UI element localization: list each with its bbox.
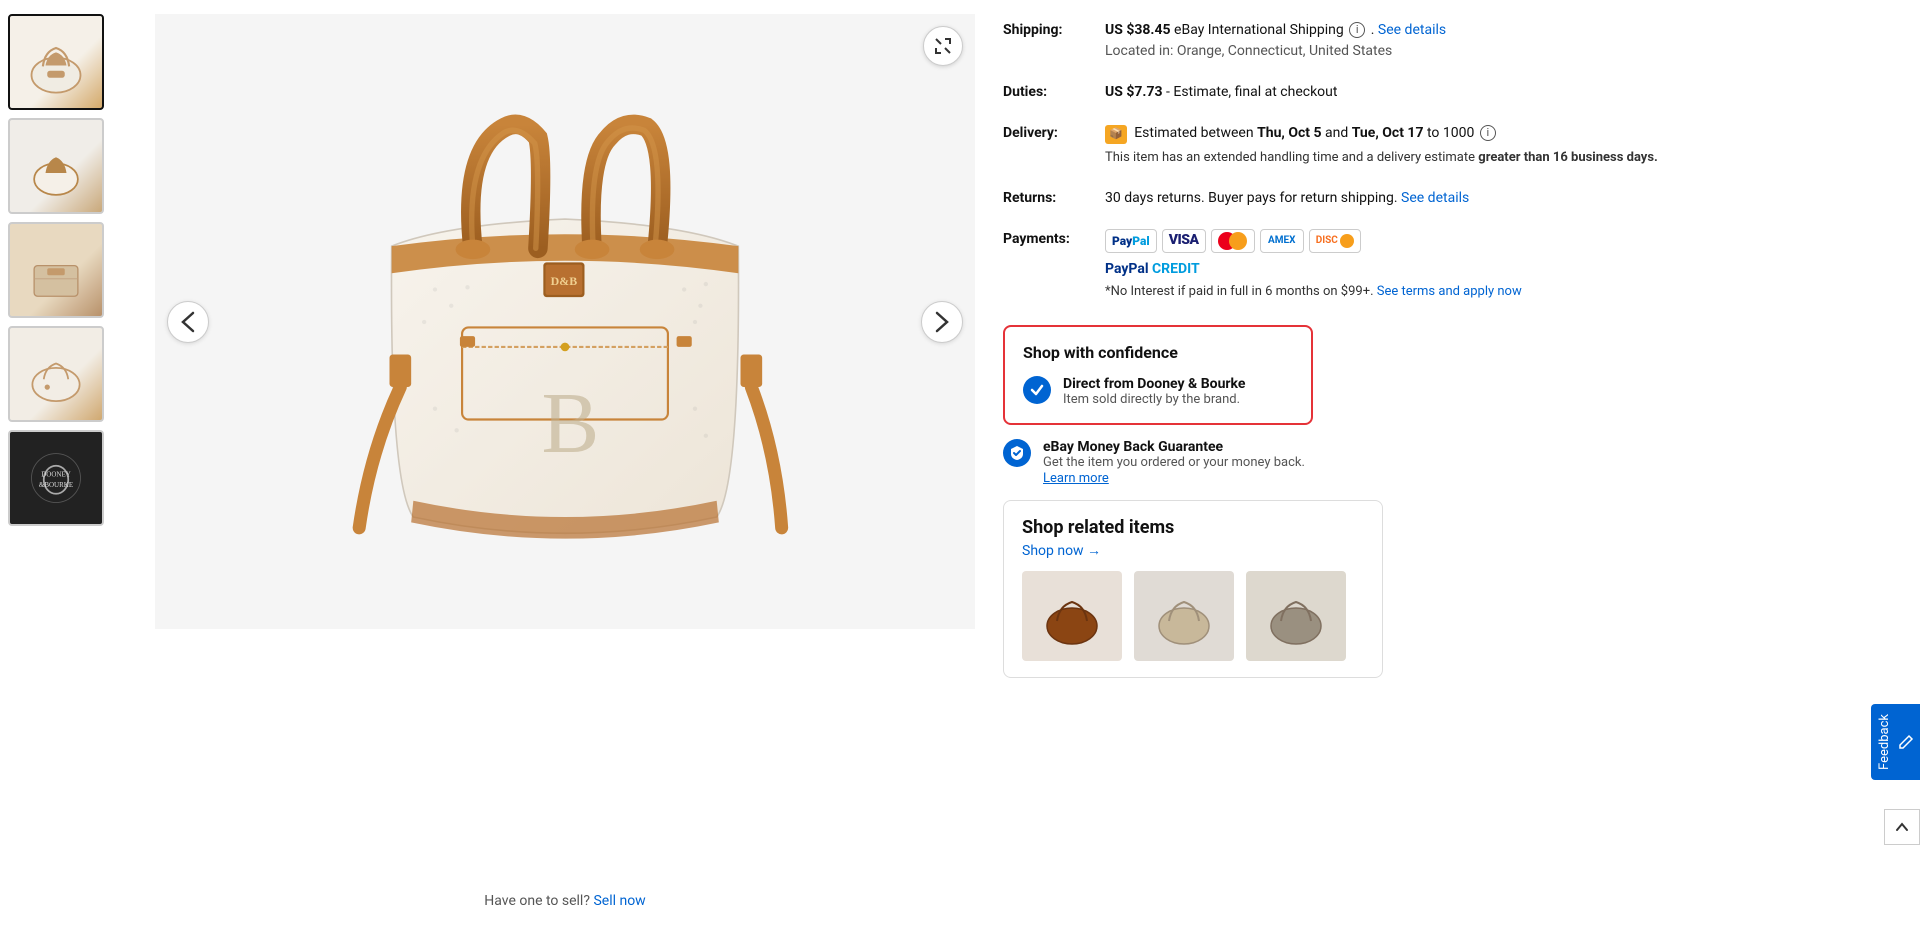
confidence-box: Shop with confidence Direct from Dooney … bbox=[1003, 325, 1313, 425]
shop-related-section: Shop related items Shop now → bbox=[1003, 500, 1383, 678]
learn-more-link[interactable]: Learn more bbox=[1043, 471, 1109, 486]
delivery-row: Delivery: 📦 Estimated between Thu, Oct 5… bbox=[1003, 113, 1896, 178]
shipping-location: Located in: Orange, Connecticut, United … bbox=[1105, 43, 1392, 59]
svg-text:D&B: D&B bbox=[551, 274, 578, 288]
shop-now-link[interactable]: Shop now → bbox=[1022, 542, 1364, 559]
svg-text:DOONEY: DOONEY bbox=[41, 470, 71, 478]
shipping-value: US $38.45 eBay International Shipping i … bbox=[1105, 20, 1896, 62]
related-item-1[interactable] bbox=[1022, 571, 1122, 661]
returns-label: Returns: bbox=[1003, 188, 1093, 206]
visa-icon: VISA bbox=[1162, 229, 1206, 253]
amex-icon: AMEX bbox=[1260, 229, 1304, 253]
feedback-edit-icon bbox=[1898, 734, 1914, 750]
shipping-carrier: eBay International Shipping bbox=[1174, 22, 1344, 38]
payments-label: Payments: bbox=[1003, 229, 1093, 247]
delivery-info-icon[interactable]: i bbox=[1480, 125, 1496, 141]
money-back-text: eBay Money Back Guarantee Get the item y… bbox=[1043, 439, 1305, 486]
duties-value: US $7.73 - Estimate, final at checkout bbox=[1105, 82, 1896, 103]
shipping-info-icon[interactable]: i bbox=[1349, 22, 1365, 38]
shipping-row: Shipping: US $38.45 eBay International S… bbox=[1003, 10, 1896, 72]
discover-icon: DISC bbox=[1309, 229, 1361, 253]
confidence-item-text: Direct from Dooney & Bourke Item sold di… bbox=[1063, 376, 1245, 407]
thumbnail-4[interactable] bbox=[8, 326, 104, 422]
shield-icon bbox=[1003, 439, 1031, 467]
thumbnail-list: DOONEY &BOURKE bbox=[0, 0, 155, 925]
shop-related-title: Shop related items bbox=[1022, 517, 1364, 538]
duties-amount: US $7.73 bbox=[1105, 84, 1163, 100]
paypal-credit-badge: PayPal CREDIT bbox=[1105, 259, 1896, 280]
shipping-see-details-link[interactable]: See details bbox=[1378, 22, 1446, 38]
delivery-to-text: to 1000 bbox=[1427, 125, 1474, 141]
duties-label: Duties: bbox=[1003, 82, 1093, 100]
payments-row: Payments: PayPal VISA bbox=[1003, 219, 1896, 312]
delivery-and-text: and bbox=[1325, 125, 1352, 141]
gallery-section: DOONEY &BOURKE bbox=[0, 0, 975, 925]
returns-see-details-link[interactable]: See details bbox=[1401, 190, 1469, 206]
next-button[interactable] bbox=[921, 301, 963, 343]
duties-description: - Estimate, final at checkout bbox=[1166, 84, 1337, 100]
shipping-amount: US $38.45 bbox=[1105, 22, 1171, 38]
thumbnail-1[interactable] bbox=[8, 14, 104, 110]
payments-value: PayPal VISA AMEX DIS bbox=[1105, 229, 1896, 302]
svg-text:&BOURKE: &BOURKE bbox=[39, 481, 73, 489]
related-items-row bbox=[1022, 571, 1364, 661]
sell-now-text: Have one to sell? bbox=[484, 893, 590, 909]
confidence-item: Direct from Dooney & Bourke Item sold di… bbox=[1023, 376, 1293, 407]
duties-row: Duties: US $7.73 - Estimate, final at ch… bbox=[1003, 72, 1896, 113]
check-icon bbox=[1023, 376, 1051, 404]
delivery-value: 📦 Estimated between Thu, Oct 5 and Tue, … bbox=[1105, 123, 1896, 168]
returns-value: 30 days returns. Buyer pays for return s… bbox=[1105, 188, 1896, 209]
fast-shipping-icon: 📦 bbox=[1105, 125, 1127, 144]
delivery-label: Delivery: bbox=[1003, 123, 1093, 141]
prev-button[interactable] bbox=[167, 301, 209, 343]
thumbnail-2[interactable] bbox=[8, 118, 104, 214]
svg-text:B: B bbox=[542, 375, 600, 471]
sell-now-link[interactable]: Sell now bbox=[593, 893, 645, 909]
related-item-2[interactable] bbox=[1134, 571, 1234, 661]
product-details: Shipping: US $38.45 eBay International S… bbox=[975, 0, 1920, 925]
confidence-title: Shop with confidence bbox=[1023, 343, 1293, 362]
paypal-note: *No Interest if paid in full in 6 months… bbox=[1105, 282, 1896, 302]
thumbnail-5[interactable]: DOONEY &BOURKE bbox=[8, 430, 104, 526]
delivery-date-from: Thu, Oct 5 bbox=[1257, 125, 1321, 141]
scroll-top-button[interactable] bbox=[1884, 809, 1920, 845]
confidence-item-subtitle: Item sold directly by the brand. bbox=[1063, 392, 1245, 407]
chevron-up-icon bbox=[1895, 820, 1909, 834]
delivery-date-to: Tue, Oct 17 bbox=[1352, 125, 1424, 141]
returns-row: Returns: 30 days returns. Buyer pays for… bbox=[1003, 178, 1896, 219]
main-product-image: D&B B bbox=[305, 62, 825, 582]
mastercard-icon bbox=[1211, 229, 1255, 253]
money-back-section: eBay Money Back Guarantee Get the item y… bbox=[1003, 439, 1896, 486]
money-back-description: Get the item you ordered or your money b… bbox=[1043, 455, 1305, 470]
related-item-3[interactable] bbox=[1246, 571, 1346, 661]
delivery-note: This item has an extended handling time … bbox=[1105, 148, 1896, 168]
feedback-tab[interactable]: Feedback bbox=[1871, 704, 1920, 780]
returns-text: 30 days returns. Buyer pays for return s… bbox=[1105, 190, 1398, 206]
feedback-label: Feedback bbox=[1877, 714, 1892, 770]
paypal-icon: PayPal bbox=[1105, 229, 1157, 253]
main-image-container: D&B B bbox=[155, 14, 975, 629]
payment-icons-row: PayPal VISA AMEX DIS bbox=[1105, 229, 1896, 253]
delivery-estimated-text: Estimated between bbox=[1134, 125, 1253, 141]
money-back-title: eBay Money Back Guarantee bbox=[1043, 439, 1305, 455]
confidence-item-title: Direct from Dooney & Bourke bbox=[1063, 376, 1245, 392]
shipping-label: Shipping: bbox=[1003, 20, 1093, 38]
thumbnail-3[interactable] bbox=[8, 222, 104, 318]
paypal-terms-link[interactable]: See terms and apply now bbox=[1377, 284, 1522, 299]
sell-now-bar: Have one to sell? Sell now bbox=[155, 877, 975, 925]
expand-button[interactable] bbox=[923, 26, 963, 66]
